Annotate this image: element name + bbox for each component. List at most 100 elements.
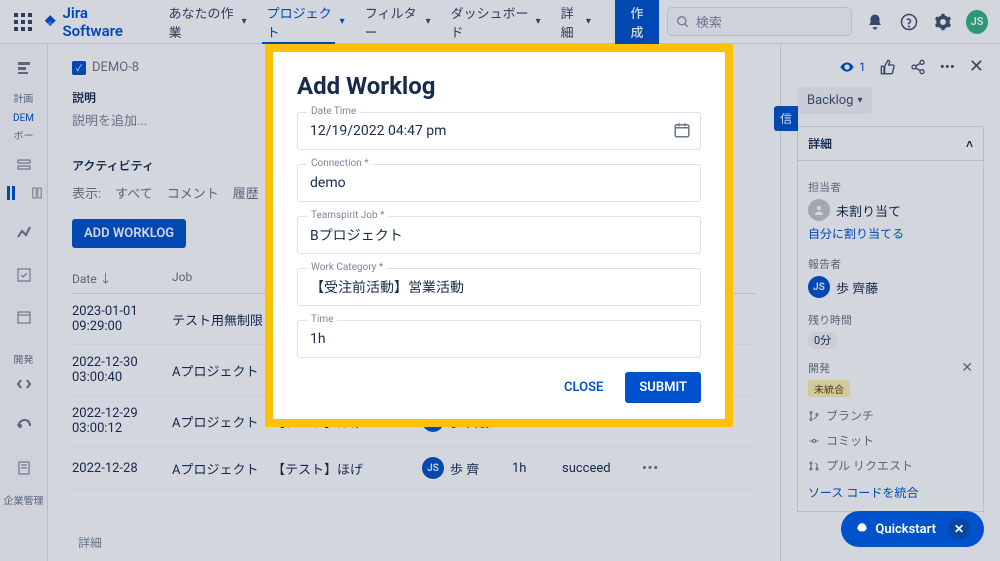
reporter-avatar: JS [808,276,830,298]
issue-type-icon: ✓ [72,61,86,75]
time-label: Time [307,314,337,325]
rail-dev-label: 開発 [14,351,34,366]
category-input[interactable] [297,268,701,306]
assignee-value[interactable]: 未割り当て [808,199,973,221]
nav-project[interactable]: プロジェクト▾ [259,0,353,45]
settings-icon[interactable] [932,10,954,34]
rail-plan-label: 計画 [14,90,34,105]
dev-close-icon[interactable]: ✕ [961,360,973,376]
tab-comment[interactable]: コメント [167,183,219,202]
field-job: Teamspirit Job * [297,216,701,254]
watch-button[interactable]: 1 [839,59,866,75]
jira-logo[interactable]: Jira Software [42,4,145,40]
bottom-tab-label[interactable]: 詳細 [78,534,102,551]
show-label: 表示: [72,183,101,202]
close-icon[interactable]: ✕ [969,56,984,77]
chevron-down-icon: ▾ [340,16,345,27]
add-worklog-button[interactable]: ADD WORKLOG [72,219,186,248]
category-label: Work Category * [307,262,387,273]
nav-details[interactable]: 詳細▾ [553,0,599,45]
connection-input[interactable] [297,164,701,202]
feedback-button[interactable]: 信 [774,106,798,131]
field-datetime: Date Time [297,112,701,150]
status-select[interactable]: Backlog ▾ [797,87,872,114]
more-icon[interactable]: ••• [940,58,955,76]
col-job: Job [172,270,272,287]
dev-branch-link[interactable]: ブランチ [808,403,973,428]
app-switcher-icon[interactable] [12,10,34,34]
chevron-up-icon: ˄ [966,137,973,151]
left-rail: 計画 DEM ボー 開発 企業管理 [0,44,48,561]
chevron-down-icon: ▾ [426,16,431,27]
details-panel: 1 ••• ✕ Backlog ▾ 詳細 ˄ 担当者 未割り当て [780,44,1000,561]
add-worklog-modal: Add Worklog Date Time Connection * Teams… [273,52,725,419]
table-row: 2022-12-28 Aプロジェクト 【テスト】ほげ JS歩 齊 1h succ… [72,447,756,490]
rail-roadmap-icon[interactable] [12,56,36,80]
field-time: Time [297,320,701,358]
rail-board-icon[interactable] [0,181,23,205]
rail-calendar-icon[interactable] [12,305,36,329]
rail-biz-label: 企業管理 [4,492,44,507]
rail-board2-icon[interactable] [25,181,49,205]
assignee-label: 担当者 [808,179,973,195]
integrate-source-link[interactable]: ソース コードを統合 [808,484,973,501]
job-input[interactable] [297,216,701,254]
quickstart-close-icon[interactable]: ✕ [948,518,970,540]
reporter-label: 報告者 [808,256,973,272]
top-navigation: Jira Software あなたの作業▾ プロジェクト▾ フィルター▾ ダッシ… [0,0,1000,44]
dev-commit-link[interactable]: コミット [808,428,973,453]
user-avatar[interactable]: JS [966,10,988,34]
rail-reports-icon[interactable] [12,221,36,245]
quickstart-button[interactable]: Quickstart ✕ [841,511,984,547]
assign-to-me-link[interactable]: 自分に割り当てる [808,225,973,242]
details-accordion-header[interactable]: 詳細 ˄ [797,126,984,161]
reporter-value[interactable]: JS 歩 齊藤 [808,276,973,298]
chevron-down-icon: ▾ [242,16,247,27]
calendar-icon[interactable] [673,121,691,139]
nav-your-work[interactable]: あなたの作業▾ [161,0,255,45]
rocket-icon [855,522,869,536]
chevron-down-icon: ▾ [857,95,862,106]
datetime-label: Date Time [307,106,360,117]
search-input[interactable]: 検索 [667,7,852,36]
connection-label: Connection * [307,158,373,169]
chevron-down-icon: ▾ [586,16,591,27]
rail-deploy-icon[interactable] [12,410,36,434]
modal-submit-button[interactable]: SUBMIT [625,372,701,403]
tab-all[interactable]: すべて [115,183,153,202]
rail-issues-icon[interactable] [12,263,36,287]
datetime-input[interactable] [297,112,701,150]
dev-status-lozenge: 未統合 [808,380,850,397]
notifications-icon[interactable] [864,10,886,34]
author-avatar: JS [422,457,444,479]
dev-label: 開発 [808,360,830,376]
field-connection: Connection * [297,164,701,202]
search-placeholder: 検索 [696,12,722,31]
rail-code-icon[interactable] [12,372,36,396]
nav-dashboard[interactable]: ダッシュボード▾ [443,0,549,45]
rail-pages-icon[interactable] [12,456,36,480]
modal-close-button[interactable]: CLOSE [554,372,613,403]
job-label: Teamspirit Job * [307,210,388,221]
rail-project-sub: ボー [14,131,34,143]
rail-backlog-icon[interactable] [12,153,36,177]
like-icon[interactable] [880,59,896,75]
time-input[interactable] [297,320,701,358]
remaining-badge: 0分 [808,332,837,349]
help-icon[interactable] [898,10,920,34]
chevron-down-icon: ▾ [536,16,541,27]
remaining-label: 残り時間 [808,312,973,328]
create-button[interactable]: 作成 [615,0,659,47]
unassigned-avatar-icon [808,199,830,221]
col-date[interactable]: Date ↓ [72,270,172,287]
field-category: Work Category * [297,268,701,306]
dev-pr-link[interactable]: プル リクエスト [808,453,973,478]
tab-history[interactable]: 履歴 [233,183,259,202]
modal-highlight-border: Add Worklog Date Time Connection * Teams… [265,44,733,427]
nav-filter[interactable]: フィルター▾ [357,0,439,45]
share-icon[interactable] [910,59,926,75]
product-name: Jira Software [63,4,145,40]
modal-title: Add Worklog [297,72,701,100]
row-more-icon[interactable]: ••• [642,461,672,476]
rail-project-code[interactable]: DEM [13,113,34,125]
